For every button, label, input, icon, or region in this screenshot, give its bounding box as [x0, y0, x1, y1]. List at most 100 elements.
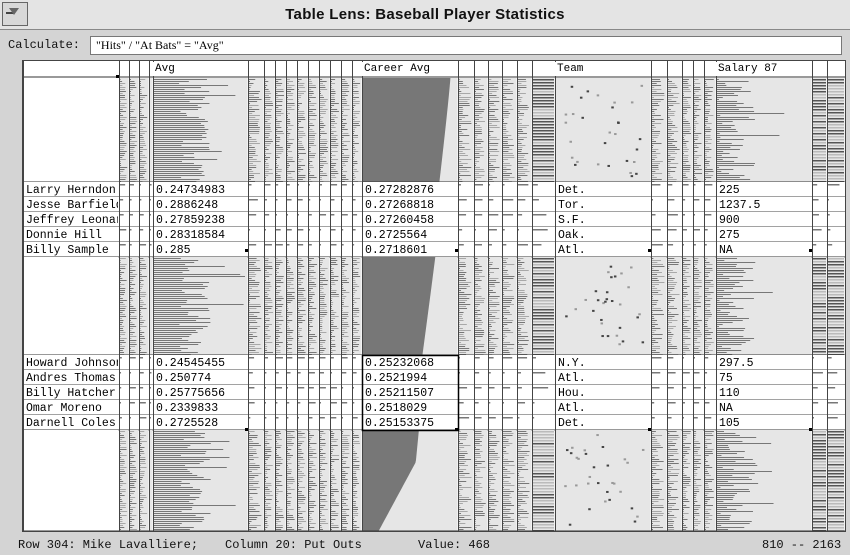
- cell-salary[interactable]: NA: [717, 243, 811, 258]
- cell-salary[interactable]: 225: [717, 183, 811, 198]
- value-bar: [130, 270, 136, 271]
- value-bar: [705, 145, 706, 146]
- cell-avg[interactable]: 0.24545455: [154, 356, 247, 371]
- value-bar: [459, 153, 466, 154]
- value-bar: [120, 507, 126, 508]
- cell-name[interactable]: Andres Thomas: [24, 371, 118, 386]
- cell-team[interactable]: Atl.: [556, 401, 650, 416]
- value-bar: [683, 489, 685, 490]
- cell-career[interactable]: 0.2718601: [363, 243, 457, 258]
- cell-team[interactable]: Tor.: [556, 198, 650, 213]
- value-tick: [320, 417, 325, 419]
- cell-avg[interactable]: 0.2886248: [154, 198, 247, 213]
- cell-name[interactable]: Omar Moreno: [24, 401, 118, 416]
- cell-name[interactable]: Donnie Hill: [24, 228, 118, 243]
- cell-name[interactable]: Billy Hatcher: [24, 386, 118, 401]
- header-salary-87[interactable]: Salary 87: [716, 62, 812, 76]
- cell-avg[interactable]: 0.27859238: [154, 213, 247, 228]
- cell-salary[interactable]: 1237.5: [717, 198, 811, 213]
- value-bar: [309, 481, 314, 482]
- cell-team[interactable]: Det.: [556, 416, 650, 431]
- value-bar: [154, 479, 211, 480]
- cell-career[interactable]: 0.27282876: [363, 183, 457, 198]
- cell-salary[interactable]: 110: [717, 386, 811, 401]
- value-bar: [683, 127, 691, 128]
- value-bar: [120, 483, 127, 484]
- cell-salary[interactable]: 105: [717, 416, 811, 431]
- calculate-input[interactable]: "Hits" / "At Bats" = "Avg": [90, 36, 842, 55]
- header-team[interactable]: Team: [555, 62, 651, 76]
- value-bar: [265, 139, 272, 140]
- cell-career[interactable]: 0.2518029: [363, 401, 457, 416]
- cell-name[interactable]: Jeffrey Leonar: [24, 213, 118, 228]
- value-bar: [298, 171, 301, 172]
- cell-name[interactable]: Billy Sample: [24, 243, 118, 258]
- cell-career[interactable]: 0.27260458: [363, 213, 457, 228]
- value-bar: [120, 473, 126, 474]
- cell-avg[interactable]: 0.25775656: [154, 386, 247, 401]
- cell-avg[interactable]: 0.250774: [154, 371, 247, 386]
- cell-team[interactable]: Hou.: [556, 386, 650, 401]
- value-bar: [298, 483, 299, 484]
- resize-handle: [116, 75, 119, 78]
- cell-avg[interactable]: 0.2725528: [154, 416, 247, 431]
- value-bar: [331, 318, 336, 319]
- cell-salary[interactable]: 900: [717, 213, 811, 228]
- value-bar: [276, 495, 278, 496]
- cell-name[interactable]: Howard Johnson: [24, 356, 118, 371]
- cell-name[interactable]: Darnell Coles: [24, 416, 118, 431]
- cell-name[interactable]: Larry Herndon: [24, 183, 118, 198]
- value-tick: [518, 229, 519, 231]
- cell-career[interactable]: 0.27268818: [363, 198, 457, 213]
- value-bar: [694, 133, 702, 134]
- cell-career[interactable]: 0.2725564: [363, 228, 457, 243]
- cell-salary[interactable]: 297.5: [717, 356, 811, 371]
- value-bar: [265, 328, 268, 329]
- value-bar: [276, 101, 283, 102]
- value-bar: [459, 491, 461, 492]
- value-bar: [717, 155, 722, 156]
- cell-team[interactable]: N.Y.: [556, 356, 650, 371]
- cell-team[interactable]: Atl.: [556, 243, 650, 258]
- table-lens-grid[interactable]: Avg Career Avg Team Salary 87 Larry Hern…: [22, 60, 846, 532]
- value-bar: [705, 123, 712, 124]
- value-bar: [652, 342, 659, 343]
- value-tick: [518, 402, 526, 404]
- cell-career[interactable]: 0.2521994: [363, 371, 457, 386]
- value-bar: [287, 296, 295, 297]
- header-career-avg[interactable]: Career Avg: [362, 62, 458, 76]
- cell-salary[interactable]: 75: [717, 371, 811, 386]
- value-bar: [705, 171, 714, 172]
- value-bar: [518, 109, 528, 110]
- cell-team[interactable]: Det.: [556, 183, 650, 198]
- cell-career[interactable]: 0.25211507: [363, 386, 457, 401]
- stripe-bar: [533, 309, 554, 311]
- cell-avg[interactable]: 0.2339833: [154, 401, 247, 416]
- stripe-bar: [828, 109, 844, 111]
- header-avg[interactable]: Avg: [153, 62, 248, 76]
- stripe-bar: [533, 154, 554, 156]
- value-bar: [287, 350, 289, 351]
- value-tick: [533, 184, 538, 186]
- value-bar: [353, 505, 356, 506]
- value-bar: [276, 509, 283, 510]
- cell-salary[interactable]: NA: [717, 401, 811, 416]
- cell-name[interactable]: Jesse Barfield: [24, 198, 118, 213]
- value-bar: [130, 328, 134, 329]
- cell-career[interactable]: 0.25153375: [363, 416, 457, 431]
- value-bar: [652, 441, 658, 442]
- cell-avg[interactable]: 0.28318584: [154, 228, 247, 243]
- value-bar: [130, 505, 131, 506]
- cell-avg[interactable]: 0.24734983: [154, 183, 247, 198]
- value-bar: [265, 258, 269, 259]
- value-bar: [518, 127, 527, 128]
- cell-team[interactable]: S.F.: [556, 213, 650, 228]
- cell-salary[interactable]: 275: [717, 228, 811, 243]
- cell-avg[interactable]: 0.285: [154, 243, 247, 258]
- cell-team[interactable]: Atl.: [556, 371, 650, 386]
- value-bar: [342, 529, 347, 530]
- cell-team[interactable]: Oak.: [556, 228, 650, 243]
- value-bar: [503, 171, 507, 172]
- table-lens-graphic[interactable]: [23, 61, 845, 531]
- cell-career[interactable]: 0.25232068: [363, 356, 457, 371]
